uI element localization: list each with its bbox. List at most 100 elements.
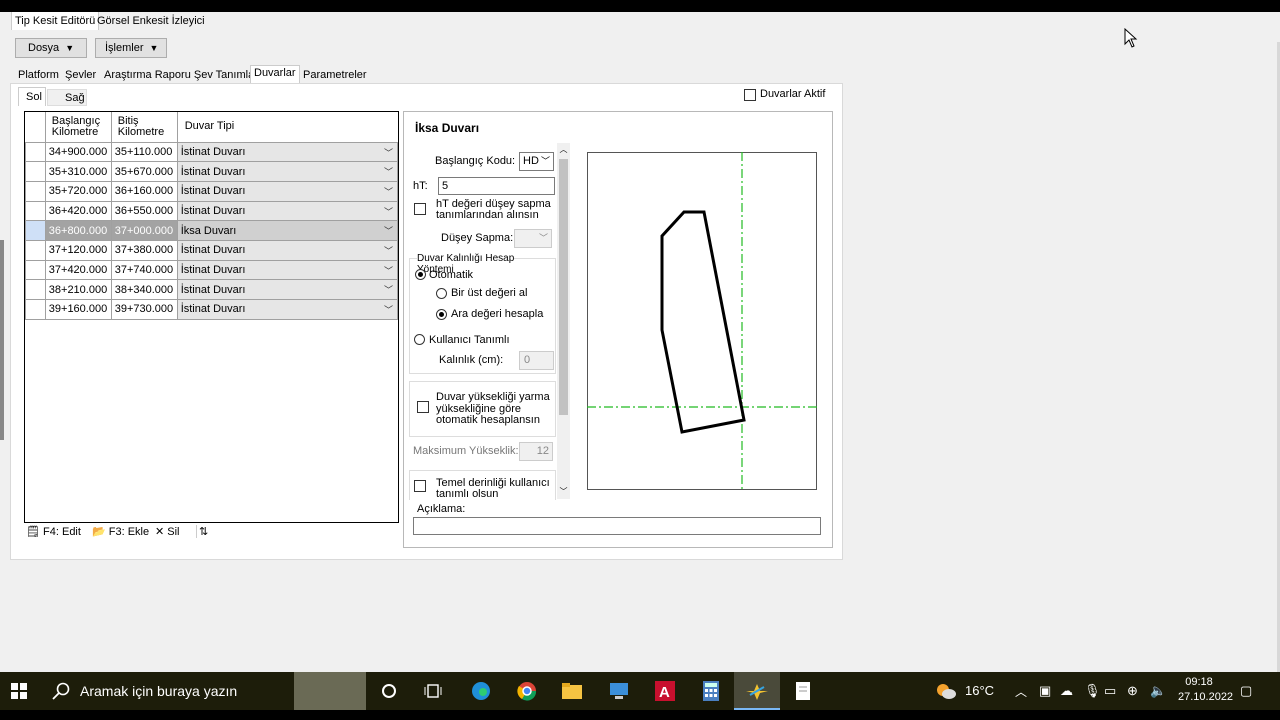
vertical-offset-select[interactable]: ﹀ xyxy=(514,229,552,248)
wall-type-cell[interactable]: İstinat Duvarı ﹀ xyxy=(176,141,399,163)
tab-sag[interactable]: Sağ xyxy=(47,89,87,106)
tab-sol[interactable]: Sol xyxy=(18,87,46,106)
network-globe-icon[interactable]: ⊕ xyxy=(1127,683,1138,699)
ht-input[interactable]: 5 xyxy=(438,177,555,195)
row-header[interactable] xyxy=(25,220,46,241)
taskbar-search-input[interactable]: Aramak için buraya yazın xyxy=(80,683,237,699)
search-icon[interactable] xyxy=(50,680,72,702)
auto-radio[interactable] xyxy=(415,269,426,280)
start-km-cell[interactable]: 39+160.000 xyxy=(44,299,112,320)
end-km-cell[interactable]: 37+740.000 xyxy=(110,259,178,281)
chevron-down-icon[interactable]: ﹀ xyxy=(384,185,393,198)
row-header[interactable] xyxy=(25,200,46,222)
description-input[interactable] xyxy=(413,517,821,535)
row-header[interactable] xyxy=(25,141,46,163)
chevron-down-icon[interactable]: ﹀ xyxy=(384,165,393,178)
windows-start-icon[interactable] xyxy=(8,680,30,702)
walls-active-checkbox[interactable] xyxy=(744,89,756,101)
row-header[interactable] xyxy=(25,180,46,202)
table-row[interactable]: 35+310.000 35+670.000 İstinat Duvarı ﹀ xyxy=(25,161,399,182)
tab-platform[interactable]: Platform xyxy=(18,68,59,83)
autocad-icon[interactable]: A xyxy=(654,680,676,702)
delete-button[interactable]: ✕ Sil xyxy=(155,525,180,538)
start-code-select[interactable]: HD ﹀ xyxy=(519,152,554,171)
scroll-down-icon[interactable]: ﹀ xyxy=(557,485,570,499)
wall-type-cell[interactable]: İstinat Duvarı ﹀ xyxy=(176,161,399,182)
table-row[interactable]: 37+120.000 37+380.000 İstinat Duvarı ﹀ xyxy=(25,239,399,261)
table-row[interactable]: 34+900.000 35+110.000 İstinat Duvarı ﹀ xyxy=(25,141,399,163)
row-header[interactable] xyxy=(25,299,46,320)
end-km-cell[interactable]: 39+730.000 xyxy=(110,299,178,320)
calculator-icon[interactable] xyxy=(700,680,722,702)
row-header[interactable] xyxy=(25,161,46,182)
wall-type-cell[interactable]: İstinat Duvarı ﹀ xyxy=(176,180,399,202)
left-splitter[interactable] xyxy=(0,240,4,440)
weather-icon[interactable] xyxy=(935,680,957,702)
chevron-up-icon[interactable]: ︿ xyxy=(1015,683,1027,700)
table-row[interactable]: 37+420.000 37+740.000 İstinat Duvarı ﹀ xyxy=(25,259,399,281)
tab-parametreler[interactable]: Parametreler xyxy=(303,68,367,83)
tab-arastirma-raporu[interactable]: Araştırma Raporu Şev Tanımları xyxy=(104,68,261,83)
wall-type-cell[interactable]: İstinat Duvarı ﹀ xyxy=(176,279,399,300)
wall-type-cell[interactable]: İstinat Duvarı ﹀ xyxy=(176,200,399,222)
chevron-down-icon[interactable]: ﹀ xyxy=(384,283,393,296)
add-button[interactable]: 📂 F3: Ekle xyxy=(92,525,149,538)
notification-icon[interactable]: ▢ xyxy=(1240,683,1252,699)
table-row-selected[interactable]: 36+800.000 37+000.000 İksa Duvarı ﹀ xyxy=(25,220,399,241)
end-km-cell[interactable]: 35+110.000 xyxy=(110,141,178,163)
end-km-cell[interactable]: 37+380.000 xyxy=(110,239,178,261)
weather-temp[interactable]: 16°C xyxy=(965,683,994,698)
wall-type-cell[interactable]: İstinat Duvarı ﹀ xyxy=(176,299,399,320)
wall-type-cell[interactable]: İstinat Duvarı ﹀ xyxy=(176,259,399,281)
tab-sevler[interactable]: Şevler xyxy=(65,68,96,83)
start-km-cell[interactable]: 36+800.000 xyxy=(44,220,112,241)
header-wall-type[interactable]: Duvar Tipi xyxy=(177,112,398,143)
battery-icon[interactable]: ▭ xyxy=(1104,683,1116,699)
row-header[interactable] xyxy=(25,279,46,300)
end-km-cell[interactable]: 35+670.000 xyxy=(110,161,178,182)
upper-value-radio[interactable] xyxy=(436,288,447,299)
notepad-icon[interactable] xyxy=(792,680,814,702)
chevron-down-icon[interactable]: ﹀ xyxy=(384,264,393,277)
start-km-cell[interactable]: 35+310.000 xyxy=(44,161,112,182)
foundation-checkbox[interactable] xyxy=(414,480,426,492)
remote-desktop-icon[interactable] xyxy=(608,680,630,702)
ht-from-vertical-checkbox[interactable] xyxy=(414,203,426,215)
header-start-km[interactable]: Başlangıç Kilometre xyxy=(45,112,112,143)
scroll-thumb[interactable] xyxy=(559,159,568,415)
onedrive-icon[interactable]: ☁ xyxy=(1060,683,1073,699)
file-menu-button[interactable]: Dosya ▼ xyxy=(15,38,87,58)
interpolate-radio[interactable] xyxy=(436,309,447,320)
end-km-cell[interactable]: 37+000.000 xyxy=(110,220,178,241)
editor-scrollbar[interactable]: ︿ ﹀ xyxy=(557,143,570,499)
file-explorer-icon[interactable] xyxy=(561,680,583,702)
table-row[interactable]: 38+210.000 38+340.000 İstinat Duvarı ﹀ xyxy=(25,279,399,300)
wall-type-cell[interactable]: İstinat Duvarı ﹀ xyxy=(176,239,399,261)
active-app-button[interactable] xyxy=(734,672,780,710)
user-defined-radio[interactable] xyxy=(414,334,425,345)
header-end-km[interactable]: Bitiş Kilometre xyxy=(111,112,178,143)
chevron-down-icon[interactable]: ﹀ xyxy=(384,205,393,218)
microphone-icon[interactable]: 🎙 xyxy=(1084,683,1101,699)
end-km-cell[interactable]: 36+550.000 xyxy=(110,200,178,222)
scroll-up-icon[interactable]: ︿ xyxy=(557,143,570,157)
actions-menu-button[interactable]: İşlemler ▼ xyxy=(95,38,167,58)
end-km-cell[interactable]: 38+340.000 xyxy=(110,279,178,300)
edit-button[interactable]: 🗒 F4: Edit xyxy=(26,525,81,538)
start-km-cell[interactable]: 36+420.000 xyxy=(44,200,112,222)
thickness-input[interactable]: 0 xyxy=(519,351,554,370)
table-row[interactable]: 36+420.000 36+550.000 İstinat Duvarı ﹀ xyxy=(25,200,399,222)
chevron-down-icon[interactable]: ﹀ xyxy=(384,224,393,237)
volume-icon[interactable]: 🔈 xyxy=(1150,683,1166,699)
row-header[interactable] xyxy=(25,259,46,281)
start-km-cell[interactable]: 37+420.000 xyxy=(44,259,112,281)
edge-icon[interactable] xyxy=(470,680,492,702)
end-km-cell[interactable]: 36+160.000 xyxy=(110,180,178,202)
max-height-input[interactable]: 12 xyxy=(519,442,553,461)
meet-now-icon[interactable]: ▣ xyxy=(1039,683,1051,699)
sort-button[interactable]: ⇅ xyxy=(196,525,208,538)
chevron-down-icon[interactable]: ﹀ xyxy=(384,244,393,257)
start-km-cell[interactable]: 38+210.000 xyxy=(44,279,112,300)
row-header[interactable] xyxy=(25,239,46,261)
start-km-cell[interactable]: 37+120.000 xyxy=(44,239,112,261)
